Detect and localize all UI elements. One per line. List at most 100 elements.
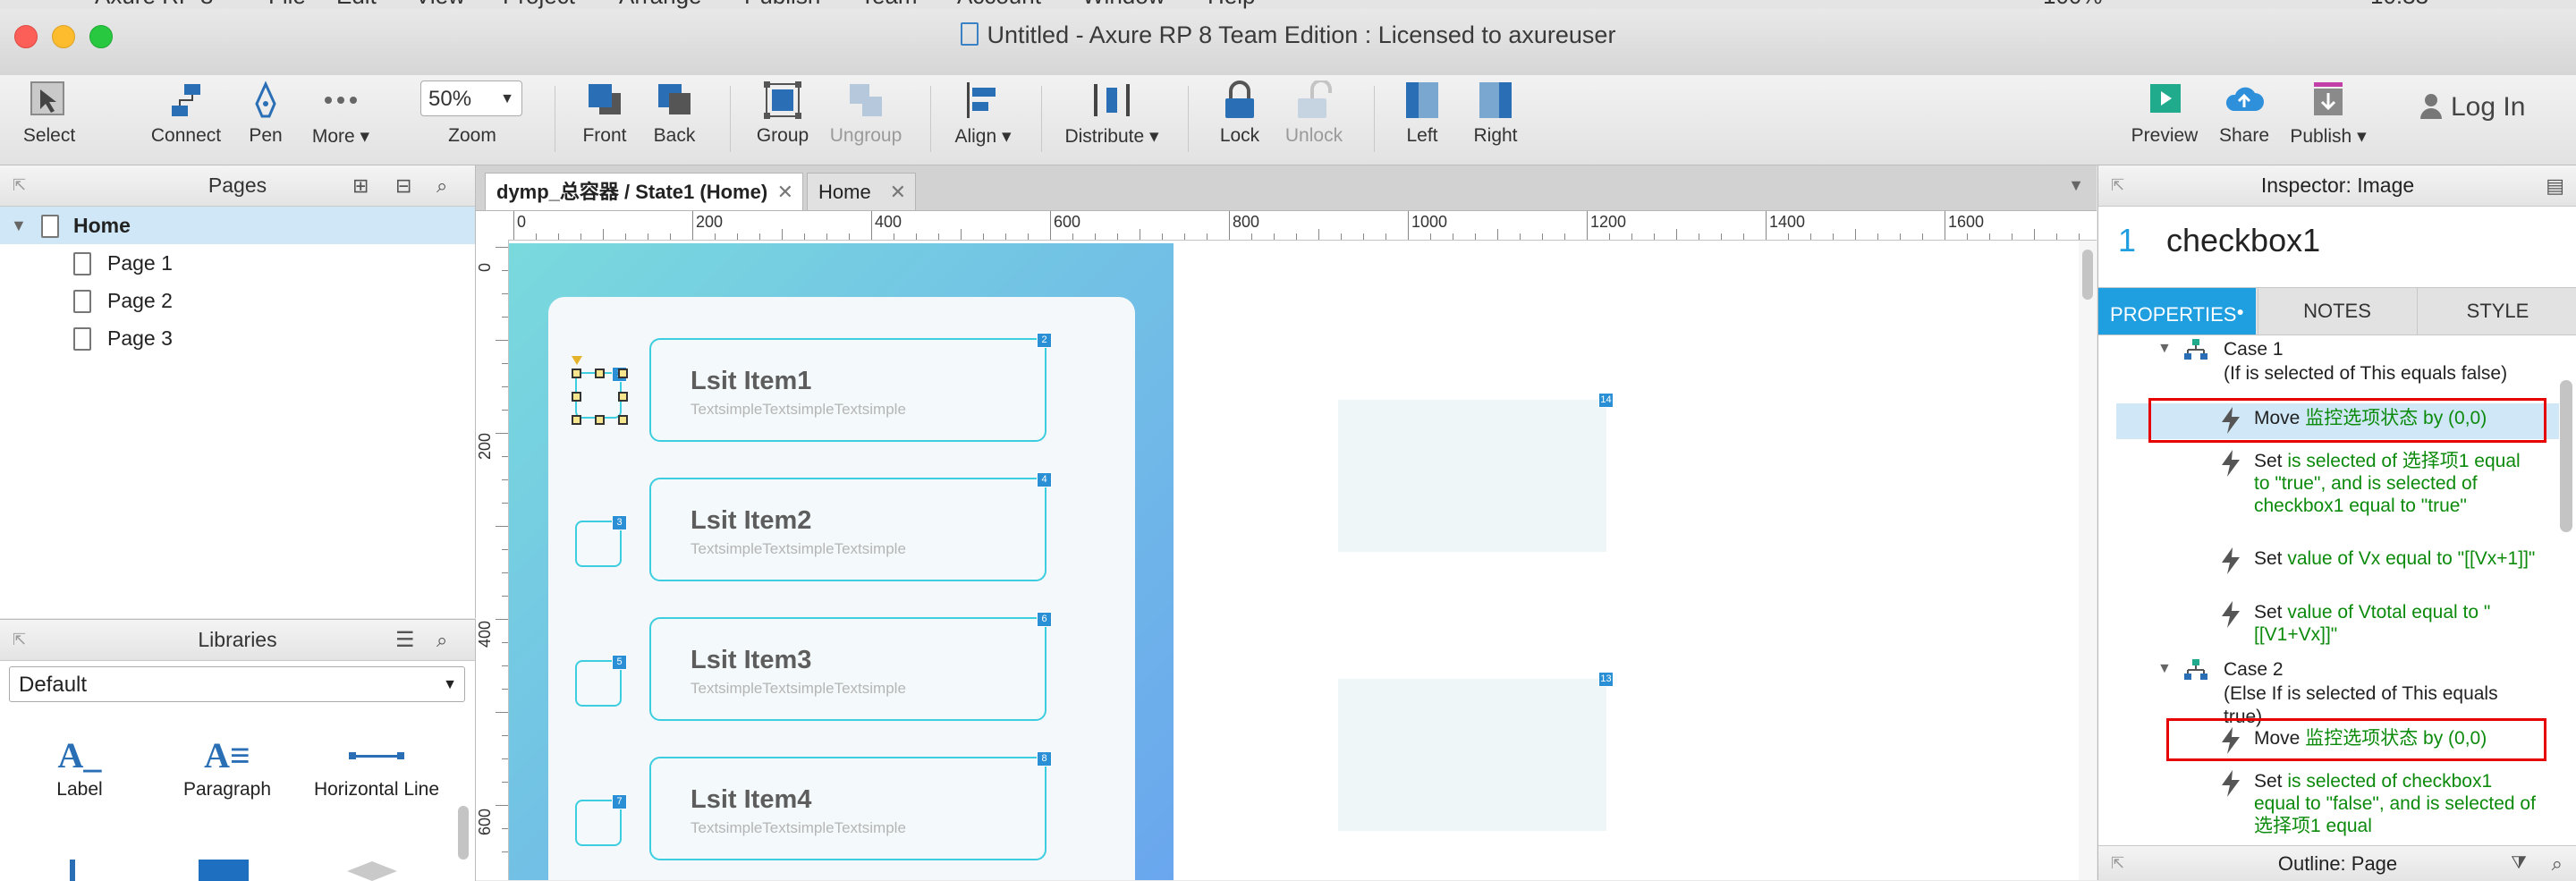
list-item-box[interactable]: Lsit Item3 TextsimpleTextsimpleTextsimple… — [649, 612, 1052, 721]
menu-file[interactable]: File — [268, 0, 306, 9]
placeholder-widget-14[interactable]: 14 — [1338, 393, 1614, 552]
widget-number-badge: 6 — [1037, 612, 1052, 627]
align-button[interactable]: Align ▾ — [952, 80, 1014, 148]
collapse-icon[interactable]: ⇱ — [2111, 165, 2124, 206]
tab-style[interactable]: STYLE — [2417, 288, 2576, 335]
libraries-scrollbar[interactable] — [458, 806, 469, 860]
menu-publish[interactable]: Publish — [744, 0, 820, 9]
menu-project[interactable]: Project — [503, 0, 575, 9]
checkbox-3[interactable]: 5 — [575, 655, 627, 707]
list-item-box[interactable]: Lsit Item1 TextsimpleTextsimpleTextsimple… — [649, 333, 1052, 442]
window-titlebar: Axure RP 8 File Edit View Project Arrang… — [0, 0, 2576, 76]
canvas-vertical-scrollbar[interactable] — [2079, 241, 2097, 880]
rotate-handle-icon[interactable] — [572, 356, 582, 365]
hotspot-widget-icon[interactable] — [199, 860, 249, 881]
canvas-scroll-thumb[interactable] — [2082, 250, 2093, 300]
expand-arrow-icon[interactable]: ▼ — [11, 207, 27, 244]
menu-window[interactable]: Window — [1082, 0, 1165, 9]
inspector-scrollbar[interactable] — [2560, 380, 2572, 532]
library-select[interactable]: Default ▼ — [9, 666, 465, 702]
menu-team[interactable]: Team — [860, 0, 918, 9]
horizontal-line-widget[interactable]: Horizontal Line — [301, 734, 453, 801]
distribute-button[interactable]: Distribute ▾ — [1061, 80, 1163, 148]
vertical-line-widget-icon[interactable] — [70, 860, 75, 881]
pen-tool-button[interactable]: Pen — [243, 80, 288, 147]
right-panel-toggle[interactable]: Right — [1469, 80, 1522, 147]
share-button[interactable]: Share — [2215, 80, 2274, 147]
design-canvas[interactable]: Lsit Item1 TextsimpleTextsimpleTextsimple… — [509, 241, 2083, 880]
collapse-icon[interactable]: ⇱ — [2111, 846, 2124, 881]
list-item-box[interactable]: Lsit Item2 TextsimpleTextsimpleTextsimple… — [649, 472, 1052, 581]
publish-button[interactable]: Publish ▾ — [2290, 80, 2367, 148]
more-tools-button[interactable]: More ▾ — [309, 80, 372, 148]
document-tabbar: dymp_总容器 / State1 (Home) ✕ Home ✕ ▼ — [476, 165, 2097, 211]
left-panel-toggle[interactable]: Left — [1397, 80, 1447, 147]
hamburger-menu-icon[interactable]: ☰ — [395, 620, 415, 660]
lock-button[interactable]: Lock — [1213, 80, 1267, 147]
zoom-control[interactable]: 50% ▼ Zoom — [420, 80, 524, 147]
tab-notes[interactable]: NOTES — [2258, 288, 2416, 335]
add-page-icon[interactable]: ⊞ — [352, 165, 369, 206]
case-icon — [2184, 659, 2207, 686]
resize-handle[interactable] — [595, 368, 605, 378]
resize-handle[interactable] — [572, 392, 581, 402]
checkbox-2[interactable]: 3 — [575, 515, 627, 567]
ruler-tick — [1564, 233, 1565, 240]
notes-document-icon[interactable]: ▤ — [2546, 165, 2564, 206]
send-back-button[interactable]: Back — [648, 80, 701, 147]
group-button[interactable]: Group — [753, 80, 812, 147]
connect-tool-button[interactable]: Connect — [150, 80, 222, 147]
tab-overflow-chevron-icon[interactable]: ▼ — [2068, 176, 2084, 195]
ruler-tick — [502, 456, 508, 457]
login-button[interactable]: Log In — [2419, 89, 2525, 125]
checkbox-1[interactable]: 1 — [572, 356, 628, 425]
checkbox-4[interactable]: 7 — [575, 794, 627, 846]
tab-properties[interactable]: PROPERTIES● — [2098, 288, 2256, 335]
gradient-background-panel[interactable]: Lsit Item1 TextsimpleTextsimpleTextsimple… — [509, 243, 1174, 880]
paragraph-widget[interactable]: A≡ Paragraph — [174, 734, 281, 801]
label-widget[interactable]: A_ Label — [30, 734, 129, 801]
page-tree-item-3[interactable]: Page 3 — [0, 319, 475, 357]
preview-button[interactable]: Preview — [2129, 80, 2200, 147]
collapse-arrow-icon[interactable]: ▼ — [2157, 341, 2172, 357]
page-tree-home[interactable]: ▼ Home — [0, 207, 475, 244]
close-icon[interactable]: ✕ — [777, 174, 793, 211]
placeholder-widget-13[interactable]: 13 — [1338, 672, 1614, 831]
resize-handle[interactable] — [618, 368, 628, 378]
tab-state1-home[interactable]: dymp_总容器 / State1 (Home) ✕ — [485, 173, 803, 210]
list-card[interactable]: Lsit Item1 TextsimpleTextsimpleTextsimple… — [548, 297, 1135, 880]
ungroup-button[interactable]: Ungroup — [828, 80, 903, 147]
widget-name-field[interactable]: 1 checkbox1 — [2098, 207, 2576, 275]
select-tool-button[interactable]: Select — [11, 80, 88, 147]
filter-icon[interactable]: ⧩ — [2511, 846, 2527, 881]
resize-handle[interactable] — [618, 415, 628, 425]
menu-edit[interactable]: Edit — [336, 0, 377, 9]
unlock-button[interactable]: Unlock — [1283, 79, 1345, 147]
menu-account[interactable]: Account — [957, 0, 1041, 9]
zoom-select[interactable]: 50% ▼ — [420, 80, 522, 116]
menu-view[interactable]: View — [415, 0, 465, 9]
list-item-box[interactable]: Lsit Item4 TextsimpleTextsimpleTextsimple… — [649, 751, 1052, 860]
search-icon[interactable]: ⌕ — [436, 620, 447, 660]
add-folder-icon[interactable]: ⊟ — [395, 165, 411, 206]
menu-arrange[interactable]: Arrange — [619, 0, 702, 9]
search-icon[interactable]: ⌕ — [436, 165, 447, 206]
collapse-icon[interactable]: ⇱ — [13, 165, 26, 206]
page-tree-item-2[interactable]: Page 2 — [0, 282, 475, 319]
tab-home[interactable]: Home ✕ — [807, 173, 916, 210]
collapse-icon[interactable]: ⇱ — [13, 620, 26, 660]
inspector-tabs: PROPERTIES● NOTES STYLE — [2098, 287, 2576, 335]
search-icon[interactable]: ⌕ — [2552, 846, 2563, 881]
image-widget-icon[interactable] — [347, 861, 397, 881]
bring-front-button[interactable]: Front — [578, 80, 631, 147]
resize-handle[interactable] — [572, 415, 581, 425]
resize-handle[interactable] — [572, 368, 581, 378]
menu-app[interactable]: Axure RP 8 — [95, 0, 213, 9]
resize-handle[interactable] — [595, 415, 605, 425]
page-tree-item-1[interactable]: Page 1 — [0, 244, 475, 282]
widget-name[interactable]: checkbox1 — [2166, 207, 2320, 275]
resize-handle[interactable] — [618, 392, 628, 402]
close-icon[interactable]: ✕ — [890, 174, 906, 211]
menu-help[interactable]: Help — [1208, 0, 1255, 9]
collapse-arrow-icon[interactable]: ▼ — [2157, 661, 2172, 677]
